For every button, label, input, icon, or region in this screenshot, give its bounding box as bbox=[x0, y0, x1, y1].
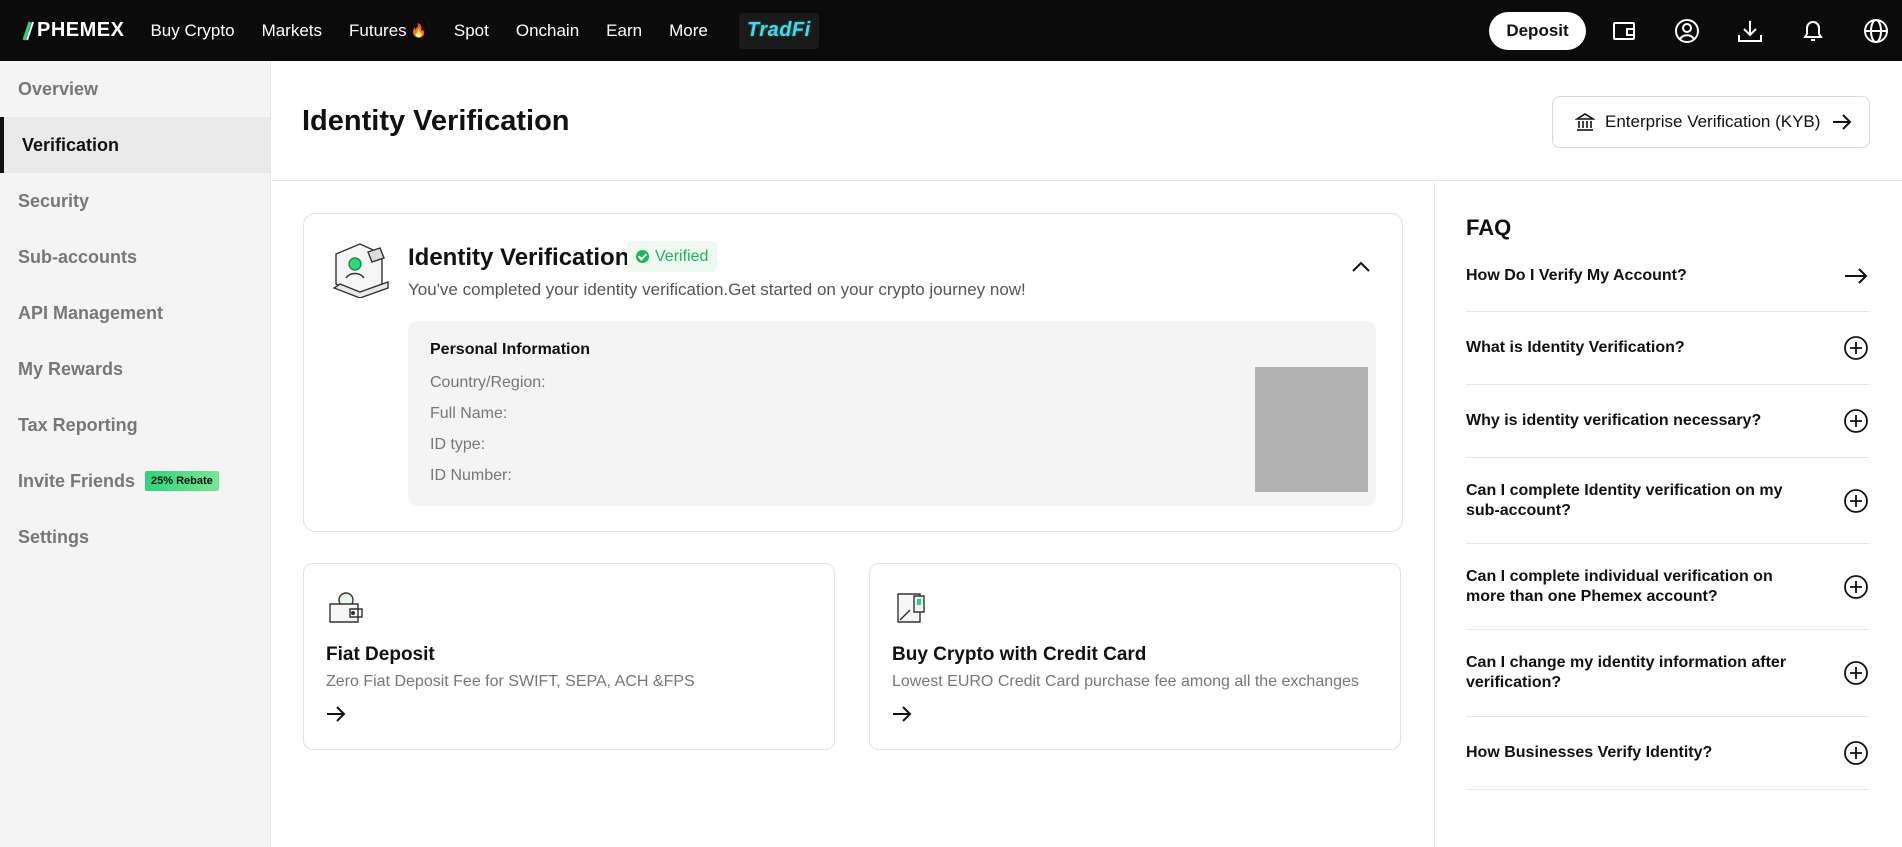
chevron-up-icon[interactable] bbox=[1350, 256, 1372, 278]
faq-question: What is Identity Verification? bbox=[1466, 339, 1685, 356]
id-type-label: ID type: bbox=[430, 436, 486, 453]
faq-item[interactable]: Can I complete Identity verification on … bbox=[1466, 458, 1869, 544]
sidebar-item-label: My Rewards bbox=[18, 358, 124, 379]
fiat-deposit-card[interactable]: Fiat Deposit Zero Fiat Deposit Fee for S… bbox=[303, 563, 835, 750]
personal-information-heading: Personal Information bbox=[430, 341, 591, 358]
logo-text: PHEMEX bbox=[37, 19, 125, 41]
identity-verification-card: Identity Verification Verified You've co… bbox=[303, 213, 1403, 532]
bank-icon bbox=[1575, 112, 1595, 132]
sidebar-item-label: API Management bbox=[18, 302, 164, 323]
faq-question: Can I change my identity information aft… bbox=[1466, 654, 1787, 691]
sidebar-item-label: Verification bbox=[22, 134, 120, 155]
verified-badge: Verified bbox=[627, 241, 718, 272]
top-navbar: PHEMEX Buy Crypto Markets Futures 🔥 Spot … bbox=[0, 0, 1902, 61]
page-header: Identity Verification Enterprise Verific… bbox=[272, 61, 1902, 181]
sidebar-item-sub-accounts[interactable]: Sub-accounts bbox=[0, 229, 270, 285]
arrow-right-icon bbox=[1832, 114, 1852, 130]
sidebar-item-invite-friends[interactable]: Invite Friends 25% Rebate bbox=[0, 453, 270, 509]
tradfi-label: TradFi bbox=[746, 19, 811, 41]
sidebar-item-overview[interactable]: Overview bbox=[0, 61, 270, 117]
faq-item[interactable]: Can I change my identity information aft… bbox=[1466, 630, 1869, 717]
credit-card-icon bbox=[897, 593, 925, 623]
sidebar-item-label: Sub-accounts bbox=[18, 246, 138, 267]
sidebar-item-label: Overview bbox=[18, 78, 99, 99]
main-content: Identity Verification Verified You've co… bbox=[272, 182, 1434, 847]
plus-circle-icon bbox=[1843, 335, 1869, 361]
sidebar-item-label: Invite Friends bbox=[18, 470, 136, 491]
faq-item[interactable]: Why is identity verification necessary? bbox=[1466, 385, 1869, 458]
enterprise-verification-button[interactable]: Enterprise Verification (KYB) bbox=[1552, 96, 1870, 148]
plus-circle-icon bbox=[1843, 660, 1869, 686]
identity-card-title: Identity Verification bbox=[408, 244, 630, 271]
sidebar-item-verification[interactable]: Verification bbox=[0, 117, 270, 173]
nav-onchain[interactable]: Onchain bbox=[516, 21, 579, 41]
redacted-info-block bbox=[1255, 367, 1368, 492]
check-circle-icon bbox=[636, 250, 649, 263]
faq-question: Why is identity verification necessary? bbox=[1466, 412, 1762, 429]
rebate-badge: 25% Rebate bbox=[145, 471, 219, 491]
wallet-icon[interactable] bbox=[1610, 17, 1638, 45]
faq-item[interactable]: What is Identity Verification? bbox=[1466, 312, 1869, 385]
plus-circle-icon bbox=[1843, 740, 1869, 766]
faq-title: FAQ bbox=[1466, 215, 1512, 240]
faq-item[interactable]: Can I complete individual verification o… bbox=[1466, 544, 1869, 630]
sidebar-item-tax-reporting[interactable]: Tax Reporting bbox=[0, 397, 270, 453]
fiat-deposit-title: Fiat Deposit bbox=[326, 644, 435, 665]
logo-mark-icon bbox=[22, 21, 34, 40]
bell-icon[interactable] bbox=[1799, 17, 1827, 45]
main-nav: Buy Crypto Markets Futures 🔥 Spot Onchain… bbox=[150, 12, 819, 49]
sidebar: Overview Verification Security Sub-accou… bbox=[0, 61, 271, 847]
wallet-coin-icon bbox=[329, 592, 363, 623]
arrow-right-icon bbox=[327, 706, 346, 722]
phemex-logo[interactable]: PHEMEX bbox=[22, 19, 124, 42]
verified-label: Verified bbox=[655, 247, 709, 265]
plus-circle-icon bbox=[1843, 574, 1869, 600]
sidebar-item-api-management[interactable]: API Management bbox=[0, 285, 270, 341]
plus-circle-icon bbox=[1843, 408, 1869, 434]
sidebar-item-label: Settings bbox=[18, 526, 90, 547]
nav-spot[interactable]: Spot bbox=[454, 21, 489, 41]
identity-verification-icon bbox=[332, 243, 389, 298]
personal-information-panel: Personal Information Country/Region: Ful… bbox=[408, 321, 1376, 506]
nav-futures-label: Futures bbox=[349, 20, 407, 40]
faq-question: Can I complete individual verification o… bbox=[1466, 567, 1773, 605]
faq-question: How Businesses Verify Identity? bbox=[1466, 744, 1713, 761]
fire-icon: 🔥 bbox=[410, 22, 427, 38]
nav-futures[interactable]: Futures 🔥 bbox=[349, 21, 427, 41]
sidebar-item-security[interactable]: Security bbox=[0, 173, 270, 229]
buy-crypto-credit-card-card[interactable]: Buy Crypto with Credit Card Lowest EURO … bbox=[869, 563, 1401, 750]
buy-crypto-credit-card-title: Buy Crypto with Credit Card bbox=[892, 644, 1147, 665]
tradfi-banner[interactable]: TradFi bbox=[738, 12, 819, 49]
deposit-button[interactable]: Deposit bbox=[1489, 11, 1586, 50]
sidebar-item-settings[interactable]: Settings bbox=[0, 509, 270, 565]
faq-question: How Do I Verify My Account? bbox=[1466, 267, 1687, 284]
nav-buy-crypto[interactable]: Buy Crypto bbox=[150, 21, 234, 41]
faq-item[interactable]: How Do I Verify My Account? bbox=[1466, 257, 1869, 295]
account-icon[interactable] bbox=[1673, 17, 1701, 45]
faq-item[interactable]: How Businesses Verify Identity? bbox=[1466, 717, 1869, 790]
fiat-deposit-description: Zero Fiat Deposit Fee for SWIFT, SEPA, A… bbox=[326, 673, 695, 690]
identity-card-subtitle: You've completed your identity verificat… bbox=[408, 280, 1026, 299]
buy-crypto-credit-card-description: Lowest EURO Credit Card purchase fee amo… bbox=[892, 673, 1359, 690]
download-icon[interactable] bbox=[1736, 17, 1764, 45]
faq-panel: FAQ How Do I Verify My Account? What is … bbox=[1434, 182, 1902, 847]
country-region-label: Country/Region: bbox=[430, 374, 546, 391]
full-name-label: Full Name: bbox=[430, 405, 508, 422]
top-right-actions: Deposit bbox=[1489, 0, 1890, 61]
globe-icon[interactable] bbox=[1862, 17, 1890, 45]
arrow-right-icon bbox=[893, 706, 912, 722]
sidebar-item-my-rewards[interactable]: My Rewards bbox=[0, 341, 270, 397]
plus-circle-icon bbox=[1843, 488, 1869, 514]
faq-question: Can I complete Identity verification on … bbox=[1466, 481, 1783, 519]
arrow-right-icon bbox=[1843, 263, 1869, 289]
sidebar-item-label: Security bbox=[18, 190, 90, 211]
nav-more[interactable]: More bbox=[669, 21, 708, 41]
page-title: Identity Verification bbox=[302, 105, 570, 137]
id-number-label: ID Number: bbox=[430, 467, 512, 484]
enterprise-verification-label: Enterprise Verification (KYB) bbox=[1605, 112, 1821, 131]
sidebar-item-label: Tax Reporting bbox=[18, 414, 138, 435]
nav-earn[interactable]: Earn bbox=[606, 21, 642, 41]
nav-markets[interactable]: Markets bbox=[262, 21, 322, 41]
